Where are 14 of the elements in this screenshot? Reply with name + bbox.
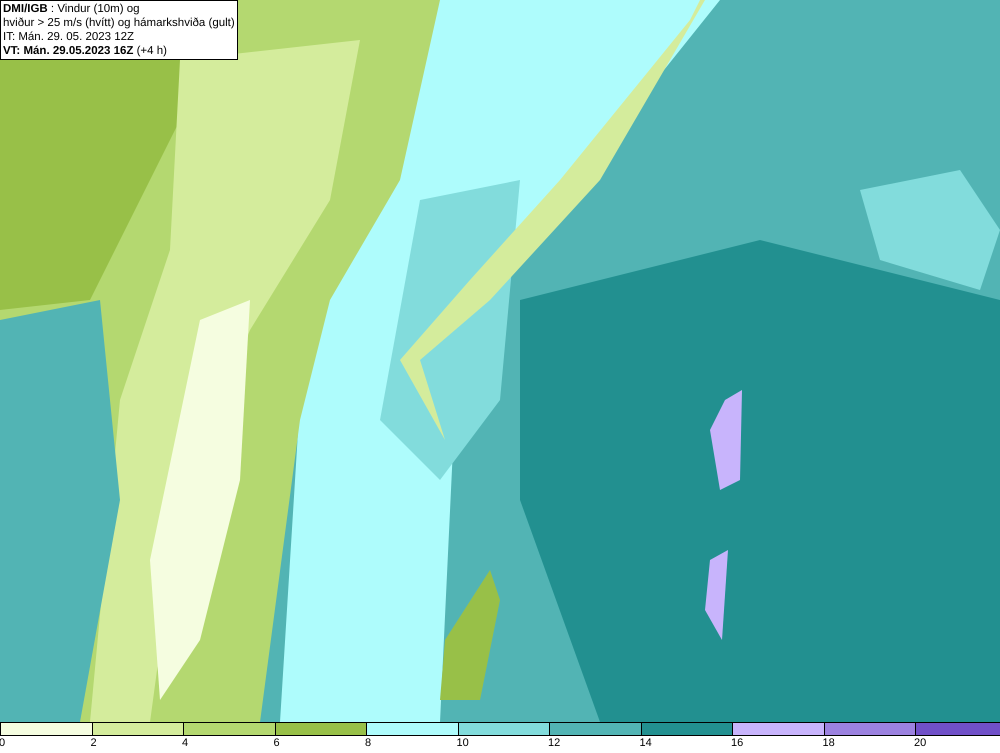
caption-line: DMI/IGB : Vindur (10m) og — [3, 2, 141, 16]
legend-label: 12 — [548, 736, 560, 750]
legend-label: 16 — [731, 736, 744, 750]
caption-line: hviður > 25 m/s (hvítt) og hámarkshviða (gult) — [3, 16, 235, 30]
legend-label: 8 — [365, 736, 372, 750]
caption-line: IT: Mán. 29. 05. 2023 12Z — [3, 30, 136, 44]
legend-label: 18 — [822, 736, 835, 750]
legend-label: 6 — [274, 736, 280, 750]
legend-label: 10 — [456, 736, 469, 750]
legend-label: 14 — [640, 736, 652, 750]
legend-label: 20 — [914, 736, 926, 750]
legend-label: 2 — [90, 736, 97, 750]
caption-line: VT: Mán. 29.05.2023 16Z (+4 h) — [3, 44, 168, 58]
legend-label: 4 — [182, 736, 188, 750]
